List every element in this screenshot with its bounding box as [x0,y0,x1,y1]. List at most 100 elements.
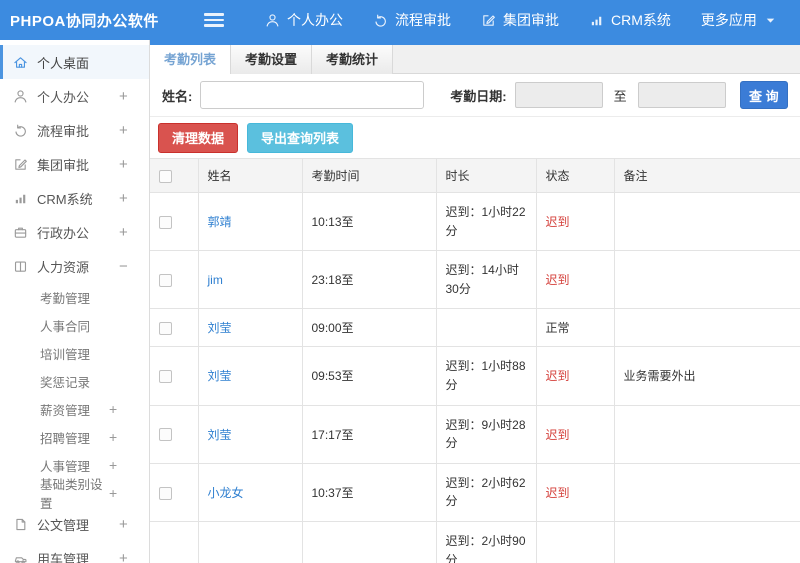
flow-icon [13,123,28,138]
sidebar-item[interactable]: 流程审批 + [0,113,149,147]
sidebar-item-label: 集团审批 [37,157,90,173]
expand-icon[interactable]: + [119,224,149,241]
topbar-item-5[interactable]: 更多应用 [686,0,793,40]
attendance-time-cell: 17:17至 [302,405,437,464]
expand-icon[interactable]: + [109,485,149,501]
sidebar-item[interactable]: 人力资源 − [0,249,149,283]
main-content: 考勤列表 考勤设置 考勤统计 姓名: 考勤日期: 至 查 询 清理数据 导出查询列表… [150,40,800,563]
row-checkbox-cell [150,463,199,522]
duration-cell: 迟到：1小时22分 [436,192,537,252]
collapse-icon[interactable]: − [119,258,149,275]
sidebar-item-label: 人力资源 [37,259,90,275]
row-checkbox[interactable] [159,428,172,442]
expand-icon[interactable]: + [109,401,149,417]
employee-name-cell: 刘莹 [198,308,303,348]
sidebar-subitem[interactable]: 培训管理 [0,339,149,367]
tab-3[interactable]: 考勤统计 [312,45,394,74]
expand-icon[interactable]: + [109,457,149,473]
sidebar-subitem-label: 招聘管理 [40,431,91,446]
topbar-item-4[interactable]: CRM系统 [574,0,686,40]
table-row: 刘莹 09:00至 正常 [150,308,800,348]
expand-icon[interactable]: + [109,429,149,445]
clean-data-button[interactable]: 清理数据 [158,122,239,153]
attendance-time-cell: 10:54至10:54 [302,521,437,563]
sidebar-item-label: 行政办公 [37,225,90,241]
date-to-label: 至 [613,88,627,104]
employee-name-link[interactable]: 刘莹 [208,369,232,383]
sidebar-subitem-label: 奖惩记录 [40,375,91,390]
expand-icon[interactable]: + [119,550,149,563]
sidebar-item[interactable]: 用车管理 + [0,541,149,563]
select-all-checkbox[interactable] [159,169,172,183]
expand-icon[interactable]: + [119,156,149,173]
name-field-label: 姓名: [162,88,193,104]
tab-2[interactable]: 考勤设置 [231,45,313,74]
topbar-item-3[interactable]: 集团审批 [466,0,574,40]
topbar-item-2[interactable]: 流程审批 [358,0,466,40]
row-checkbox[interactable] [159,486,172,500]
briefcase-icon [13,225,28,240]
row-checkbox-cell [150,346,199,406]
sidebar-item-label: CRM系统 [37,191,93,207]
date-to-input[interactable] [637,82,726,108]
name-input[interactable] [200,81,425,109]
row-checkbox[interactable] [159,215,172,229]
sidebar-subitem[interactable]: 人事合同 [0,311,149,339]
sidebar-subitem[interactable]: 基础类别设置 + [0,478,149,511]
employee-name-cell: 刘莹 [198,405,303,464]
status-cell: 迟到 [536,463,615,522]
row-checkbox[interactable] [159,322,172,336]
date-from-input[interactable] [514,82,603,108]
sidebar-item[interactable]: CRM系统 + [0,181,149,215]
tab-1[interactable]: 考勤列表 [150,45,232,74]
header-checkbox-cell [150,158,199,193]
duration-cell: 迟到：2小时62分 [436,463,537,522]
doc-icon [13,517,28,532]
sidebar-subitem[interactable]: 招聘管理 + [0,423,149,451]
app-title[interactable]: PHPOA协同办公软件 [0,10,158,31]
user-icon [265,13,280,28]
status-cell: 迟到 [536,250,615,310]
sidebar-subitem[interactable]: 奖惩记录 [0,367,149,395]
hamburger-menu-icon[interactable] [204,10,224,30]
topbar: PHPOA协同办公软件 个人办公 流程审批 集团审批 CRM系统 更多应用 [0,0,800,40]
topbar-item-label: CRM系统 [611,12,671,28]
row-checkbox[interactable] [159,273,172,287]
topbar-item-1[interactable]: 个人办公 [250,0,358,40]
attendance-time-cell: 10:37至 [302,463,437,522]
sidebar-subitem-label: 薪资管理 [40,403,91,418]
topbar-item-label: 更多应用 [700,12,757,28]
chart-icon [589,13,604,28]
employee-name-link[interactable]: 郭靖 [208,215,232,229]
sidebar-item[interactable]: 个人办公 + [0,79,149,113]
employee-name-link[interactable]: jim [208,273,223,287]
status-cell: 迟到/早退 [536,521,615,563]
sidebar-item[interactable]: 公文管理 + [0,507,149,541]
home-icon [13,55,28,70]
expand-icon[interactable]: + [119,190,149,207]
expand-icon[interactable]: + [119,122,149,139]
sidebar-item[interactable]: 个人桌面 [0,45,149,79]
expand-icon[interactable]: + [119,516,149,533]
employee-name-link[interactable]: 小龙女 [208,486,244,500]
sidebar-subitem[interactable]: 考勤管理 [0,283,149,311]
employee-name-link[interactable]: 刘莹 [208,321,232,335]
row-checkbox-cell [150,308,199,348]
table-row: 刘莹 17:17至 迟到：9小时28分 迟到 [150,405,800,464]
table-row: 小龙女 10:37至 迟到：2小时62分 迟到 [150,463,800,522]
sidebar-item-label: 个人办公 [37,89,90,105]
sidebar-item[interactable]: 行政办公 + [0,215,149,249]
query-button[interactable]: 查 询 [739,81,788,109]
sidebar-subitem[interactable]: 薪资管理 + [0,395,149,423]
employee-name-cell: 管理员 [198,521,303,563]
employee-name-link[interactable]: 刘莹 [208,428,232,442]
column-header: 时长 [436,158,537,193]
sidebar-item[interactable]: 集团审批 + [0,147,149,181]
expand-icon[interactable]: + [119,88,149,105]
column-header: 考勤时间 [302,158,437,193]
export-list-button[interactable]: 导出查询列表 [247,122,354,153]
date-field-label: 考勤日期: [450,88,507,104]
duration-cell: 迟到：1小时88分 [436,346,537,406]
row-checkbox[interactable] [159,370,172,384]
column-header: 状态 [536,158,615,193]
